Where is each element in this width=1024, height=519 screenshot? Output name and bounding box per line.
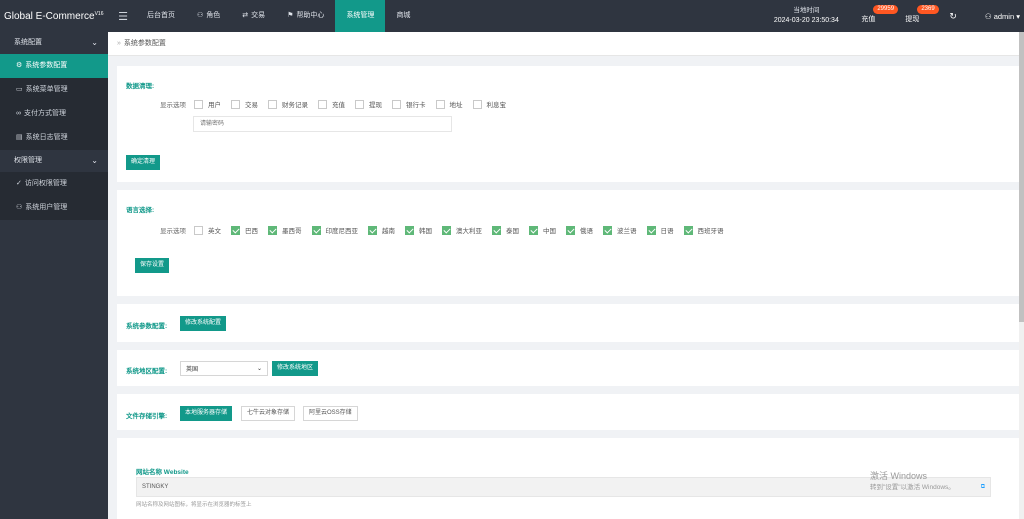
storage-title: 文件存储引擎: (126, 413, 168, 420)
data-clear-opt-withdraw[interactable]: 提现 (355, 99, 382, 109)
lang-opt-thailand[interactable]: 泰国 (492, 225, 519, 235)
lang-opt-brazil[interactable]: 巴西 (231, 225, 258, 235)
brand-version: V16 (94, 10, 104, 17)
user-icon: ⚇ (197, 12, 204, 19)
windows-activation-notice: 激活 Windows 转到"设置"以激活 Windows。 (870, 471, 955, 491)
website-hint: 网站名称及网站图标，将显示在浏览器的标签上 (136, 502, 252, 508)
brand[interactable]: Global E-CommerceV16 (0, 11, 110, 22)
save-language-button[interactable]: 保存设置 (135, 258, 170, 273)
link-icon: ∞ (16, 110, 21, 117)
data-clear-title: 数据清理: (126, 83, 155, 90)
sidebar-item-access[interactable]: ✓ 访问权限管理 (0, 172, 108, 196)
nav-item-system[interactable]: 系统管理 (335, 0, 386, 32)
lang-opt-mexico[interactable]: 墨西哥 (268, 225, 302, 235)
nav-item-home[interactable]: 后台首页 (136, 0, 186, 32)
user-icon: ⚇ (984, 11, 994, 21)
page-scrollbar[interactable] (1019, 32, 1024, 519)
scrollbar-thumb[interactable] (1019, 32, 1024, 322)
recharge-badge: 29959 (873, 5, 899, 14)
data-clear-opt-bankcard[interactable]: 银行卡 (392, 99, 426, 109)
confirm-clear-button[interactable]: 确定清理 (126, 155, 161, 170)
data-clear-opt-trade[interactable]: 交易 (231, 99, 258, 109)
lang-opt-australia[interactable]: 澳大利亚 (442, 225, 482, 235)
lang-opt-indonesia[interactable]: 印度尼西亚 (311, 225, 358, 235)
brand-name: Global E-Commerce (4, 10, 95, 22)
local-time-label: 当地时间 (793, 7, 820, 14)
lang-opt-japanese[interactable]: 日语 (646, 225, 674, 235)
recharge-link[interactable]: 充值 29959 (861, 5, 899, 24)
region-card: 系统地区配置: 英国 ⌄ 修改系统地区 (117, 350, 1019, 386)
data-clear-options: 显示选项 用户 交易 财务记录 充值 提现 银行卡 地址 利息宝 (160, 99, 516, 109)
user-icon: ⚇ (16, 204, 23, 211)
language-options: 显示选项 英文 巴西 墨西哥 印度尼西亚 越南 韩国 澳大利亚 泰国 中国 俄语… (160, 225, 734, 235)
sidebar-group-system-config[interactable]: 系统配置 ⌄ (0, 32, 108, 54)
nav-item-trade[interactable]: ⇄ 交易 (231, 0, 276, 32)
top-right: 当地时间 2024-03-20 23:50:34 充值 29959 提现 236… (761, 0, 1024, 32)
exchange-icon: ⇄ (242, 12, 249, 19)
sidebar-item-system-params[interactable]: ⚙ 系统参数配置 (0, 54, 108, 78)
lang-opt-english[interactable]: 英文 (194, 225, 221, 235)
shield-check-icon: ✓ (16, 180, 22, 187)
main-content: » 系统参数配置 数据清理: 显示选项 用户 交易 财务记录 充值 提现 银行卡 … (108, 32, 1024, 519)
lang-opt-korea[interactable]: 韩国 (405, 225, 432, 235)
sys-params-title: 系统参数配置: (126, 323, 168, 330)
edit-sys-config-button[interactable]: 修改系统配置 (180, 316, 227, 331)
log-icon: ▤ (16, 134, 23, 141)
chevron-down-icon: ⌄ (91, 156, 98, 165)
region-select[interactable]: 英国 ⌄ (180, 361, 268, 376)
lang-opt-vietnam[interactable]: 越南 (368, 225, 395, 235)
lang-opt-china[interactable]: 中国 (529, 225, 556, 235)
region-title: 系统地区配置: (126, 368, 168, 375)
sidebar: 系统配置 ⌄ ⚙ 系统参数配置 ▭ 系统菜单管理 ∞ 支付方式管理 ▤ 系统日志管理 权限… (0, 32, 108, 519)
language-title: 语言选择: (126, 207, 155, 214)
data-clear-opt-address[interactable]: 地址 (435, 99, 463, 109)
picture-icon[interactable]: ⧉ (981, 478, 985, 496)
gear-icon: ⚙ (16, 62, 23, 69)
lang-opt-polish[interactable]: 波兰语 (603, 225, 637, 235)
menu-toggle-icon[interactable]: ☰ (110, 10, 136, 23)
nav-item-mall[interactable]: 商城 (385, 0, 421, 32)
storage-aliyun-button[interactable]: 阿里云OSS存储 (303, 406, 358, 421)
withdraw-badge: 2369 (917, 5, 939, 14)
nav-item-role[interactable]: ⚇ 角色 (186, 0, 231, 32)
data-clear-opt-user[interactable]: 用户 (194, 99, 221, 109)
data-clear-opt-recharge[interactable]: 充值 (318, 99, 345, 109)
sidebar-item-payment[interactable]: ∞ 支付方式管理 (0, 102, 108, 126)
website-name-input[interactable]: STINGKY ⧉ (136, 477, 991, 497)
edit-region-button[interactable]: 修改系统地区 (272, 361, 319, 376)
sys-params-card: 系统参数配置: 修改系统配置 (117, 304, 1019, 342)
data-clear-opt-finance[interactable]: 财务记录 (268, 99, 308, 109)
storage-qiniu-button[interactable]: 七牛云对象存储 (241, 406, 296, 421)
user-menu[interactable]: ⚇ admin ▾ (985, 12, 1020, 21)
top-bar: Global E-CommerceV16 ☰ 后台首页 ⚇ 角色 ⇄ 交易 ⚑ 帮助中… (0, 0, 1024, 32)
sidebar-item-users[interactable]: ⚇ 系统用户管理 (0, 196, 108, 220)
breadcrumb: » 系统参数配置 (108, 32, 1024, 56)
sidebar-item-logs[interactable]: ▤ 系统日志管理 (0, 126, 108, 150)
language-card: 语言选择: 显示选项 英文 巴西 墨西哥 印度尼西亚 越南 韩国 澳大利亚 泰国… (117, 190, 1019, 296)
local-time: 当地时间 2024-03-20 23:50:34 (761, 6, 851, 26)
lang-opt-russian[interactable]: 俄语 (566, 225, 593, 235)
lang-opt-spanish[interactable]: 西班牙语 (683, 225, 724, 235)
data-clear-card: 数据清理: 显示选项 用户 交易 财务记录 充值 提现 银行卡 地址 利息宝 确… (117, 66, 1019, 182)
refresh-icon[interactable]: ↻ (949, 11, 957, 22)
storage-local-button[interactable]: 本地服务器存储 (180, 406, 233, 421)
withdraw-link[interactable]: 提现 2369 (905, 5, 939, 24)
chevron-down-icon: ⌄ (91, 38, 98, 47)
nav-item-help[interactable]: ⚑ 帮助中心 (276, 0, 335, 32)
sidebar-item-system-menu[interactable]: ▭ 系统菜单管理 (0, 78, 108, 102)
calendar-icon: ▭ (16, 86, 23, 93)
data-clear-opt-interest[interactable]: 利息宝 (472, 99, 506, 109)
flag-icon: ⚑ (287, 12, 294, 19)
chevron-down-icon: ⌄ (256, 366, 262, 372)
sidebar-group-permission[interactable]: 权限管理 ⌄ (0, 150, 108, 172)
clear-password-input[interactable] (193, 116, 452, 132)
storage-card: 文件存储引擎: 本地服务器存储 七牛云对象存储 阿里云OSS存储 (117, 394, 1019, 430)
top-nav: 后台首页 ⚇ 角色 ⇄ 交易 ⚑ 帮助中心 系统管理 商城 (136, 0, 421, 32)
website-title: 网站名称 Website (136, 469, 189, 476)
local-time-value: 2024-03-20 23:50:34 (773, 17, 839, 24)
